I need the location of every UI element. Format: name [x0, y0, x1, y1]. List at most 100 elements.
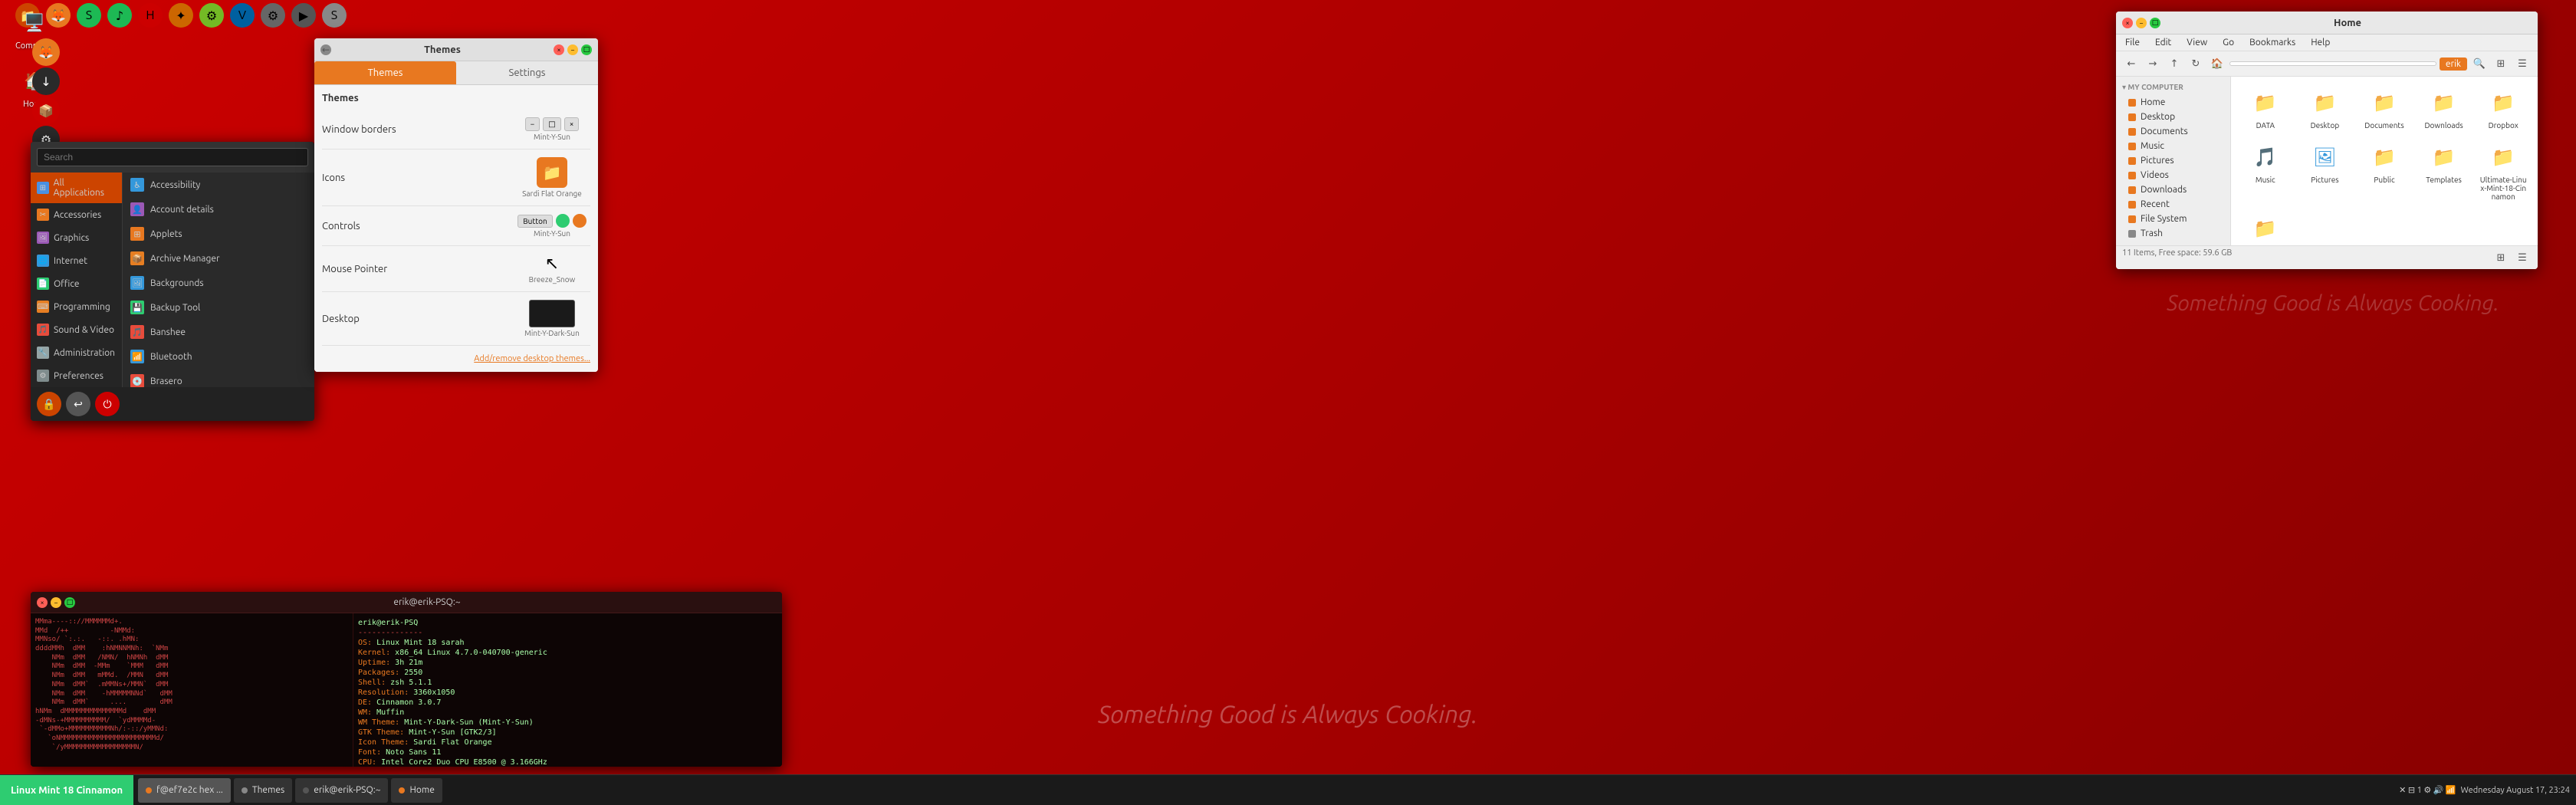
power-button[interactable]: ⏻	[95, 392, 120, 416]
app-accessibility[interactable]: ♿ Accessibility	[123, 172, 314, 197]
taskbar-item-0[interactable]: f@ef7e2c hex ...	[138, 778, 231, 803]
ctrl-color-green[interactable]	[556, 214, 570, 228]
fm-file-downloads[interactable]: 📁 Downloads	[2417, 84, 2471, 133]
record-launcher-icon[interactable]: ▶	[291, 3, 316, 28]
app-bluetooth[interactable]: 📶 Bluetooth	[123, 344, 314, 369]
fm-refresh-button[interactable]: ↻	[2187, 54, 2205, 73]
tab-settings[interactable]: Settings	[456, 61, 598, 84]
fm-sidebar-recent[interactable]: Recent	[2116, 197, 2230, 212]
taskbar-item-1[interactable]: Themes	[234, 778, 292, 803]
theme-label-icons: Icons	[322, 172, 514, 183]
app-banshee[interactable]: 🎵 Banshee	[123, 320, 314, 344]
app-archive[interactable]: 📦 Archive Manager	[123, 246, 314, 271]
fm-up-button[interactable]: ↑	[2165, 54, 2183, 73]
fm-menu-edit[interactable]: Edit	[2152, 36, 2174, 49]
fm-file-dropbox[interactable]: 📁 Dropbox	[2476, 84, 2530, 133]
wm-btn-min[interactable]: −	[525, 117, 540, 131]
fm-desktop-label: Desktop	[2141, 112, 2175, 122]
term-max-button[interactable]: □	[64, 597, 75, 608]
settings2-launcher-icon[interactable]: ⚙	[261, 3, 285, 28]
fm-max-button[interactable]: □	[2150, 18, 2160, 28]
ctrl-btn[interactable]: Button	[518, 215, 552, 228]
cat-internet[interactable]: 🌐 Internet	[31, 249, 122, 272]
fm-file-templates[interactable]: 📁 Templates	[2417, 139, 2471, 204]
side-update-icon[interactable]: ↓	[32, 67, 60, 95]
feather-launcher-icon[interactable]: ✦	[169, 3, 193, 28]
fm-home-button[interactable]: 🏠	[2208, 54, 2226, 73]
fm-statusbar-btn2[interactable]: ☰	[2513, 248, 2532, 267]
cat-accessories[interactable]: ✂ Accessories	[31, 203, 122, 226]
app-account[interactable]: 👤 Account details	[123, 197, 314, 222]
suse-launcher-icon[interactable]: ⚙	[199, 3, 224, 28]
app-backup[interactable]: 💾 Backup Tool	[123, 295, 314, 320]
hexchat-launcher-icon[interactable]: H	[138, 3, 163, 28]
themes-close-button[interactable]: ×	[554, 44, 564, 55]
fm-file-pictures[interactable]: 🖼 Pictures	[2298, 139, 2352, 204]
wm-btn-max[interactable]: □	[543, 117, 560, 131]
cat-sound-video[interactable]: 🎵 Sound & Video	[31, 318, 122, 341]
lock-button[interactable]: 🔒	[37, 392, 61, 416]
fm-sidebar-pictures[interactable]: Pictures	[2116, 153, 2230, 168]
logout-button[interactable]: ↩	[66, 392, 90, 416]
tab-themes[interactable]: Themes	[314, 61, 456, 84]
cat-all-applications[interactable]: ⊞ All Applications	[31, 172, 122, 203]
app-applets[interactable]: ⊞ Applets	[123, 222, 314, 246]
fm-sidebar-trash[interactable]: Trash	[2116, 226, 2230, 241]
themes-back-button[interactable]: ←	[320, 44, 331, 55]
cat-programming[interactable]: ⌨ Programming	[31, 295, 122, 318]
fm-view-toggle[interactable]: ⊞	[2492, 54, 2510, 73]
fm-sidebar-documents[interactable]: Documents	[2116, 124, 2230, 139]
term-close-button[interactable]: ×	[37, 597, 48, 608]
fm-file-documents[interactable]: 📁 Documents	[2358, 84, 2411, 133]
fm-sidebar-filesystem[interactable]: File System	[2116, 212, 2230, 226]
fm-back-button[interactable]: ←	[2122, 54, 2141, 73]
fm-menu-help[interactable]: Help	[2308, 36, 2333, 49]
app-backgrounds[interactable]: 🖼 Backgrounds	[123, 271, 314, 295]
fm-menu-view[interactable]: View	[2183, 36, 2210, 49]
fm-file-public[interactable]: 📁 Public	[2358, 139, 2411, 204]
fm-file-music[interactable]: 🎵 Music	[2239, 139, 2292, 204]
fm-sidebar-home[interactable]: Home	[2116, 95, 2230, 110]
side-firefox-icon[interactable]: 🦊	[32, 38, 60, 66]
app-menu-search-input[interactable]	[37, 148, 308, 166]
fm-address-bar[interactable]	[2229, 61, 2436, 66]
fm-file-ultimate[interactable]: 📁 Ultimate-Linux-Mint-18-Cinnamon	[2476, 139, 2530, 204]
virtualbox-launcher-icon[interactable]: V	[230, 3, 255, 28]
ctrl-color-orange[interactable]	[573, 214, 586, 228]
app-brasero[interactable]: 💿 Brasero	[123, 369, 314, 387]
fm-menu-go[interactable]: Go	[2220, 36, 2237, 49]
fm-sidebar-downloads[interactable]: Downloads	[2116, 182, 2230, 197]
clementine-launcher-icon[interactable]: ♪	[107, 3, 132, 28]
silver-launcher-icon[interactable]: S	[322, 3, 347, 28]
fm-close-button[interactable]: ×	[2122, 18, 2133, 28]
add-themes-link[interactable]: Add/remove desktop themes...	[474, 354, 590, 363]
fm-file-videos[interactable]: 📁 Videos	[2239, 210, 2292, 245]
fm-view-list[interactable]: ☰	[2513, 54, 2532, 73]
taskbar-item-label-0: f@ef7e2c hex ...	[156, 785, 223, 795]
fm-statusbar-btn1[interactable]: ⊞	[2492, 248, 2510, 267]
fm-search-button[interactable]: 🔍	[2470, 54, 2489, 73]
wm-btn-close[interactable]: ×	[564, 117, 580, 131]
fm-sidebar-music[interactable]: Music	[2116, 139, 2230, 153]
term-min-button[interactable]: −	[51, 597, 61, 608]
cat-administration[interactable]: 🔧 Administration	[31, 341, 122, 364]
cat-office[interactable]: 📄 Office	[31, 272, 122, 295]
themes-max-button[interactable]: □	[581, 44, 592, 55]
fm-menu-bookmarks[interactable]: Bookmarks	[2246, 36, 2298, 49]
side-package-icon[interactable]: 📦	[32, 97, 60, 124]
cat-graphics[interactable]: 🖼 Graphics	[31, 226, 122, 249]
taskbar-item-2[interactable]: erik@erik-PSQ:~	[295, 778, 388, 803]
fm-forward-button[interactable]: →	[2144, 54, 2162, 73]
cat-preferences[interactable]: ⚙ Preferences	[31, 364, 122, 387]
themes-min-button[interactable]: −	[567, 44, 578, 55]
key-shell: Shell:	[358, 678, 390, 687]
spotify-launcher-icon[interactable]: S	[77, 3, 101, 28]
fm-file-data[interactable]: 📁 DATA	[2239, 84, 2292, 133]
fm-sidebar-desktop[interactable]: Desktop	[2116, 110, 2230, 124]
fm-min-button[interactable]: −	[2136, 18, 2147, 28]
fm-file-desktop[interactable]: 📁 Desktop	[2298, 84, 2352, 133]
fm-menu-file[interactable]: File	[2122, 36, 2143, 49]
taskbar-item-3[interactable]: Home	[391, 778, 442, 803]
fm-sidebar-videos[interactable]: Videos	[2116, 168, 2230, 182]
start-button[interactable]: Linux Mint 18 Cinnamon	[0, 775, 133, 805]
